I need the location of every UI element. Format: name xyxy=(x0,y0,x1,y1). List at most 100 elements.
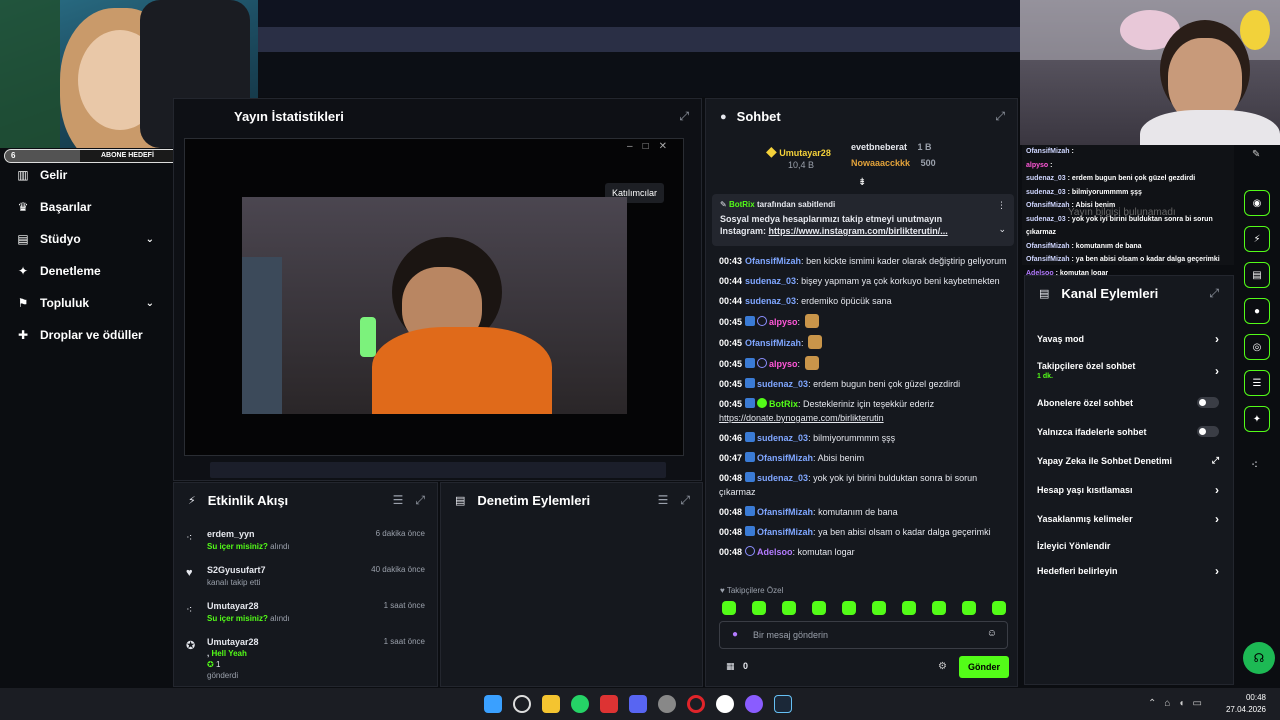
discord-icon[interactable] xyxy=(629,695,647,713)
activity-item[interactable]: ⁖ Umutayar28 1 saat önce Su içer misiniz? a… xyxy=(174,595,437,631)
whatsapp-icon[interactable] xyxy=(571,695,589,713)
chat-message[interactable]: 00:48 Adelsoo: komutan logar xyxy=(719,542,1011,562)
support-button[interactable]: ☊ xyxy=(1243,642,1275,674)
emote[interactable] xyxy=(992,601,1006,615)
sidebar-item-1[interactable]: ♛ Başarılar xyxy=(0,191,172,223)
channel-action-item[interactable]: Yalnızca ifadelerle sohbet xyxy=(1025,417,1233,446)
message-user[interactable]: Adelsoo xyxy=(757,547,793,557)
emoji-icon[interactable]: ☺ xyxy=(987,628,997,639)
chat-message[interactable]: 00:47 OfansifMizah: Abisi benim xyxy=(719,448,1011,468)
camera-icon[interactable]: ◉ xyxy=(1244,190,1270,216)
minimize-icon[interactable]: – xyxy=(627,141,643,152)
app-icon[interactable] xyxy=(745,695,763,713)
message-user[interactable]: OfansifMizah xyxy=(757,507,813,517)
emote[interactable] xyxy=(722,601,736,615)
chat-message[interactable]: 00:43 OfansifMizah: ben kickte ismimi kad… xyxy=(719,251,1011,271)
dots-icon[interactable]: ⁖ xyxy=(1251,458,1258,472)
document-icon[interactable]: ▤ xyxy=(1244,262,1270,288)
message-link[interactable]: https://donate.bynogame.com/birlikteruti… xyxy=(719,413,884,423)
message-user[interactable]: alpyso xyxy=(769,359,798,369)
sidebar-item-5[interactable]: ✚ Droplar ve ödüller xyxy=(0,319,172,351)
message-user[interactable]: OfansifMizah xyxy=(757,527,813,537)
message-user[interactable]: sudenaz_03 xyxy=(757,473,808,483)
app-icon[interactable] xyxy=(600,695,618,713)
sidebar-item-0[interactable]: ▥ Gelir xyxy=(0,159,172,191)
chat-message[interactable]: 00:45 OfansifMizah: xyxy=(719,332,1011,353)
sidebar-item-3[interactable]: ✦ Denetleme xyxy=(0,255,172,287)
expand-icon[interactable]: ⤢ xyxy=(680,493,690,508)
pin-menu-icon[interactable]: ⋮ xyxy=(997,200,1006,211)
chat-message[interactable]: 00:48 OfansifMizah: komutanım de bana xyxy=(719,502,1011,522)
message-user[interactable]: OfansifMizah xyxy=(757,453,813,463)
chat-message[interactable]: 00:48 OfansifMizah: ya ben abisi olsam o … xyxy=(719,522,1011,542)
app-icon[interactable] xyxy=(716,695,734,713)
chat-message[interactable]: 00:44 sudenaz_03: erdemiko öpücük sana xyxy=(719,291,1011,311)
chat-message[interactable]: 00:45 alpyso: xyxy=(719,311,1011,332)
activity-item[interactable]: ⁖ erdem_yyn 6 dakika önce Su içer misiniz? … xyxy=(174,523,437,559)
settings-icon[interactable]: ⚙ xyxy=(938,661,947,672)
expand-icon[interactable]: ⤢ xyxy=(1209,286,1219,301)
message-user[interactable]: sudenaz_03 xyxy=(757,379,808,389)
pinned-link[interactable]: https://www.instagram.com/birlikterutin/… xyxy=(769,226,948,236)
chat-message[interactable]: 00:45 BotRix: Destekleriniz için teşekkür… xyxy=(719,394,1011,428)
channel-action-item[interactable]: Hesap yaşı kısıtlaması › xyxy=(1025,475,1233,504)
sidebar-item-2[interactable]: ▤ Stüdyo ⌄ xyxy=(0,223,172,255)
chat-message[interactable]: 00:48 sudenaz_03: yok yok iyi birini buld… xyxy=(719,468,1011,502)
list-icon[interactable]: ☰ xyxy=(1244,370,1270,396)
message-user[interactable]: OfansifMizah xyxy=(745,338,801,348)
start-icon[interactable] xyxy=(484,695,502,713)
expand-icon[interactable]: ⤢ xyxy=(995,109,1005,124)
emote[interactable] xyxy=(782,601,796,615)
emote[interactable] xyxy=(842,601,856,615)
mic-icon[interactable]: ● xyxy=(732,629,738,640)
emote[interactable] xyxy=(812,601,826,615)
emote[interactable] xyxy=(932,601,946,615)
emote[interactable] xyxy=(872,601,886,615)
message-user[interactable]: sudenaz_03 xyxy=(757,433,808,443)
points-display[interactable]: ▦ 0 xyxy=(726,661,748,672)
opera-icon[interactable] xyxy=(687,695,705,713)
channel-action-item[interactable]: Yasaklanmış kelimeler › xyxy=(1025,504,1233,533)
folder-icon[interactable] xyxy=(542,695,560,713)
activity-item[interactable]: ♥ S2Gyusufart7 40 dakika önce kanalı takip … xyxy=(174,559,437,595)
filter-icon[interactable]: ☰ xyxy=(658,493,669,508)
message-user[interactable]: OfansifMizah xyxy=(745,256,801,266)
channel-action-item[interactable]: İzleyici Yönlendir xyxy=(1025,533,1233,558)
channel-action-item[interactable]: Yavaş mod › xyxy=(1025,324,1233,353)
wrench-icon[interactable]: ✦ xyxy=(1244,406,1270,432)
expand-icon[interactable]: ⤢ xyxy=(415,493,425,508)
chat-input[interactable]: ● Bir mesaj gönderin ☺ xyxy=(719,621,1008,649)
channel-action-item[interactable]: Hedefleri belirleyin › xyxy=(1025,558,1233,583)
app-icon[interactable] xyxy=(658,695,676,713)
broadcast-icon[interactable]: ◎ xyxy=(1244,334,1270,360)
channel-action-item[interactable]: Abonelere özel sohbet xyxy=(1025,388,1233,417)
message-user[interactable]: sudenaz_03 xyxy=(745,276,796,286)
close-icon[interactable]: ✕ xyxy=(659,141,677,152)
chevron-down-icon[interactable]: ⌄ xyxy=(998,224,1006,235)
filter-icon[interactable]: ☰ xyxy=(393,493,404,508)
activity-item[interactable]: ✪ Umutayar28 1 saat önce, Hell Yeah ✪ 1 gönd… xyxy=(174,631,437,681)
steam-icon[interactable] xyxy=(774,695,792,713)
chat-message[interactable]: 00:44 sudenaz_03: bişey yapmam ya çok kor… xyxy=(719,271,1011,291)
send-button[interactable]: Gönder xyxy=(959,656,1009,678)
channel-action-item[interactable]: Takipçilere özel sohbet 1 dk. › xyxy=(1025,353,1233,388)
message-user[interactable]: alpyso xyxy=(769,317,798,327)
chat-icon[interactable]: ● xyxy=(1244,298,1270,324)
message-user[interactable]: BotRix xyxy=(769,399,798,409)
sidebar-item-4[interactable]: ⚑ Topluluk ⌄ xyxy=(0,287,172,319)
edit-icon[interactable]: ✎ xyxy=(1252,149,1260,160)
emote[interactable] xyxy=(902,601,916,615)
channel-action-item[interactable]: Yapay Zeka ile Sohbet Denetimi ⤢ xyxy=(1025,446,1233,475)
bolt-icon[interactable]: ⚡ xyxy=(1244,226,1270,252)
message-user[interactable]: sudenaz_03 xyxy=(745,296,796,306)
chat-message[interactable]: 00:45 sudenaz_03: erdem bugun beni çok gü… xyxy=(719,374,1011,394)
emote[interactable] xyxy=(752,601,766,615)
emote[interactable] xyxy=(962,601,976,615)
toggle-switch[interactable] xyxy=(1197,397,1219,408)
search-icon[interactable] xyxy=(513,695,531,713)
toggle-switch[interactable] xyxy=(1197,426,1219,437)
chat-message[interactable]: 00:46 sudenaz_03: bilmiyorummmm şşş xyxy=(719,428,1011,448)
maximize-icon[interactable]: □ xyxy=(643,141,659,152)
chat-message[interactable]: 00:45 alpyso: xyxy=(719,353,1011,374)
pinned-message[interactable]: ✎ BotRix tarafından sabitlendi Sosyal me… xyxy=(712,194,1014,246)
